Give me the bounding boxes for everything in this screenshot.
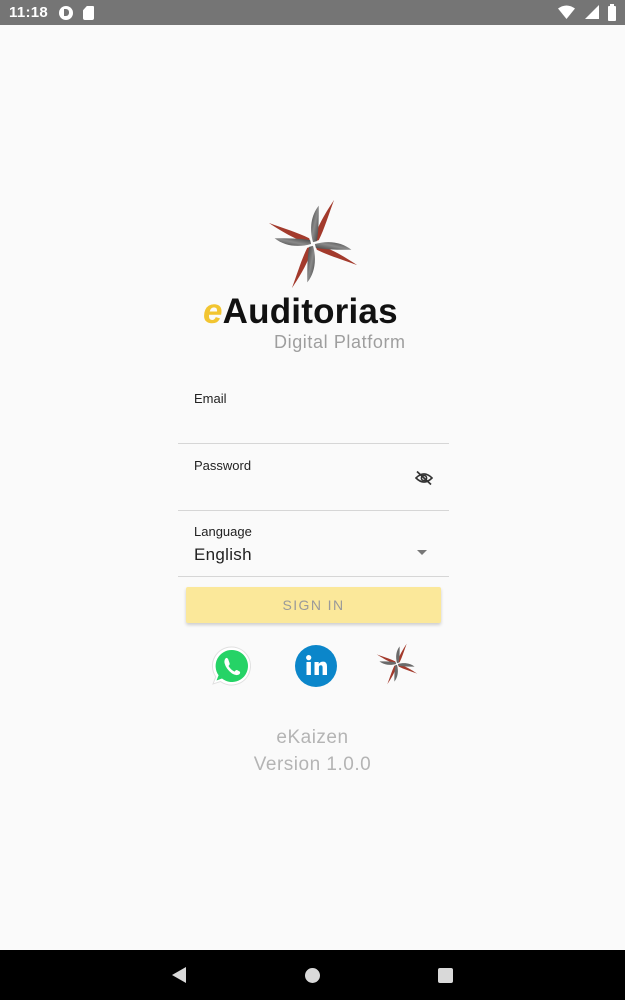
wifi-icon: [558, 5, 575, 19]
linkedin-icon[interactable]: [295, 645, 337, 687]
brand-prefix: e: [203, 292, 223, 331]
back-icon[interactable]: [172, 967, 186, 983]
home-icon[interactable]: [305, 968, 320, 983]
email-label: Email: [194, 391, 227, 406]
language-label: Language: [194, 524, 252, 539]
language-value: English: [194, 545, 252, 564]
cell-signal-icon: [585, 5, 599, 19]
status-bar: 11:18: [0, 0, 625, 25]
email-input[interactable]: [194, 414, 409, 436]
battery-icon: [608, 4, 616, 21]
footer-version: Version 1.0.0: [253, 754, 372, 775]
eye-off-icon[interactable]: [415, 470, 433, 486]
app-notification-icon: [59, 6, 73, 20]
brand-name-text: Auditorias: [222, 292, 398, 331]
language-select[interactable]: Language English: [178, 512, 449, 577]
password-label: Password: [194, 458, 252, 473]
brand-name: eAuditorias: [203, 292, 398, 332]
website-icon[interactable]: [375, 642, 419, 686]
status-time: 11:18: [9, 4, 49, 21]
sign-in-button[interactable]: SIGN IN: [186, 587, 441, 623]
navigation-bar: [0, 950, 625, 1000]
footer-app-name: eKaizen: [276, 727, 349, 748]
password-input[interactable]: [194, 481, 409, 503]
recents-icon[interactable]: [438, 968, 453, 983]
chevron-down-icon[interactable]: [417, 550, 427, 555]
brand-subtitle: Digital Platform: [274, 332, 406, 352]
sd-card-icon: [83, 6, 94, 20]
logo-icon: [268, 199, 358, 289]
email-field[interactable]: Email: [178, 378, 449, 444]
password-field[interactable]: Password: [178, 445, 449, 511]
whatsapp-icon[interactable]: [211, 645, 253, 687]
